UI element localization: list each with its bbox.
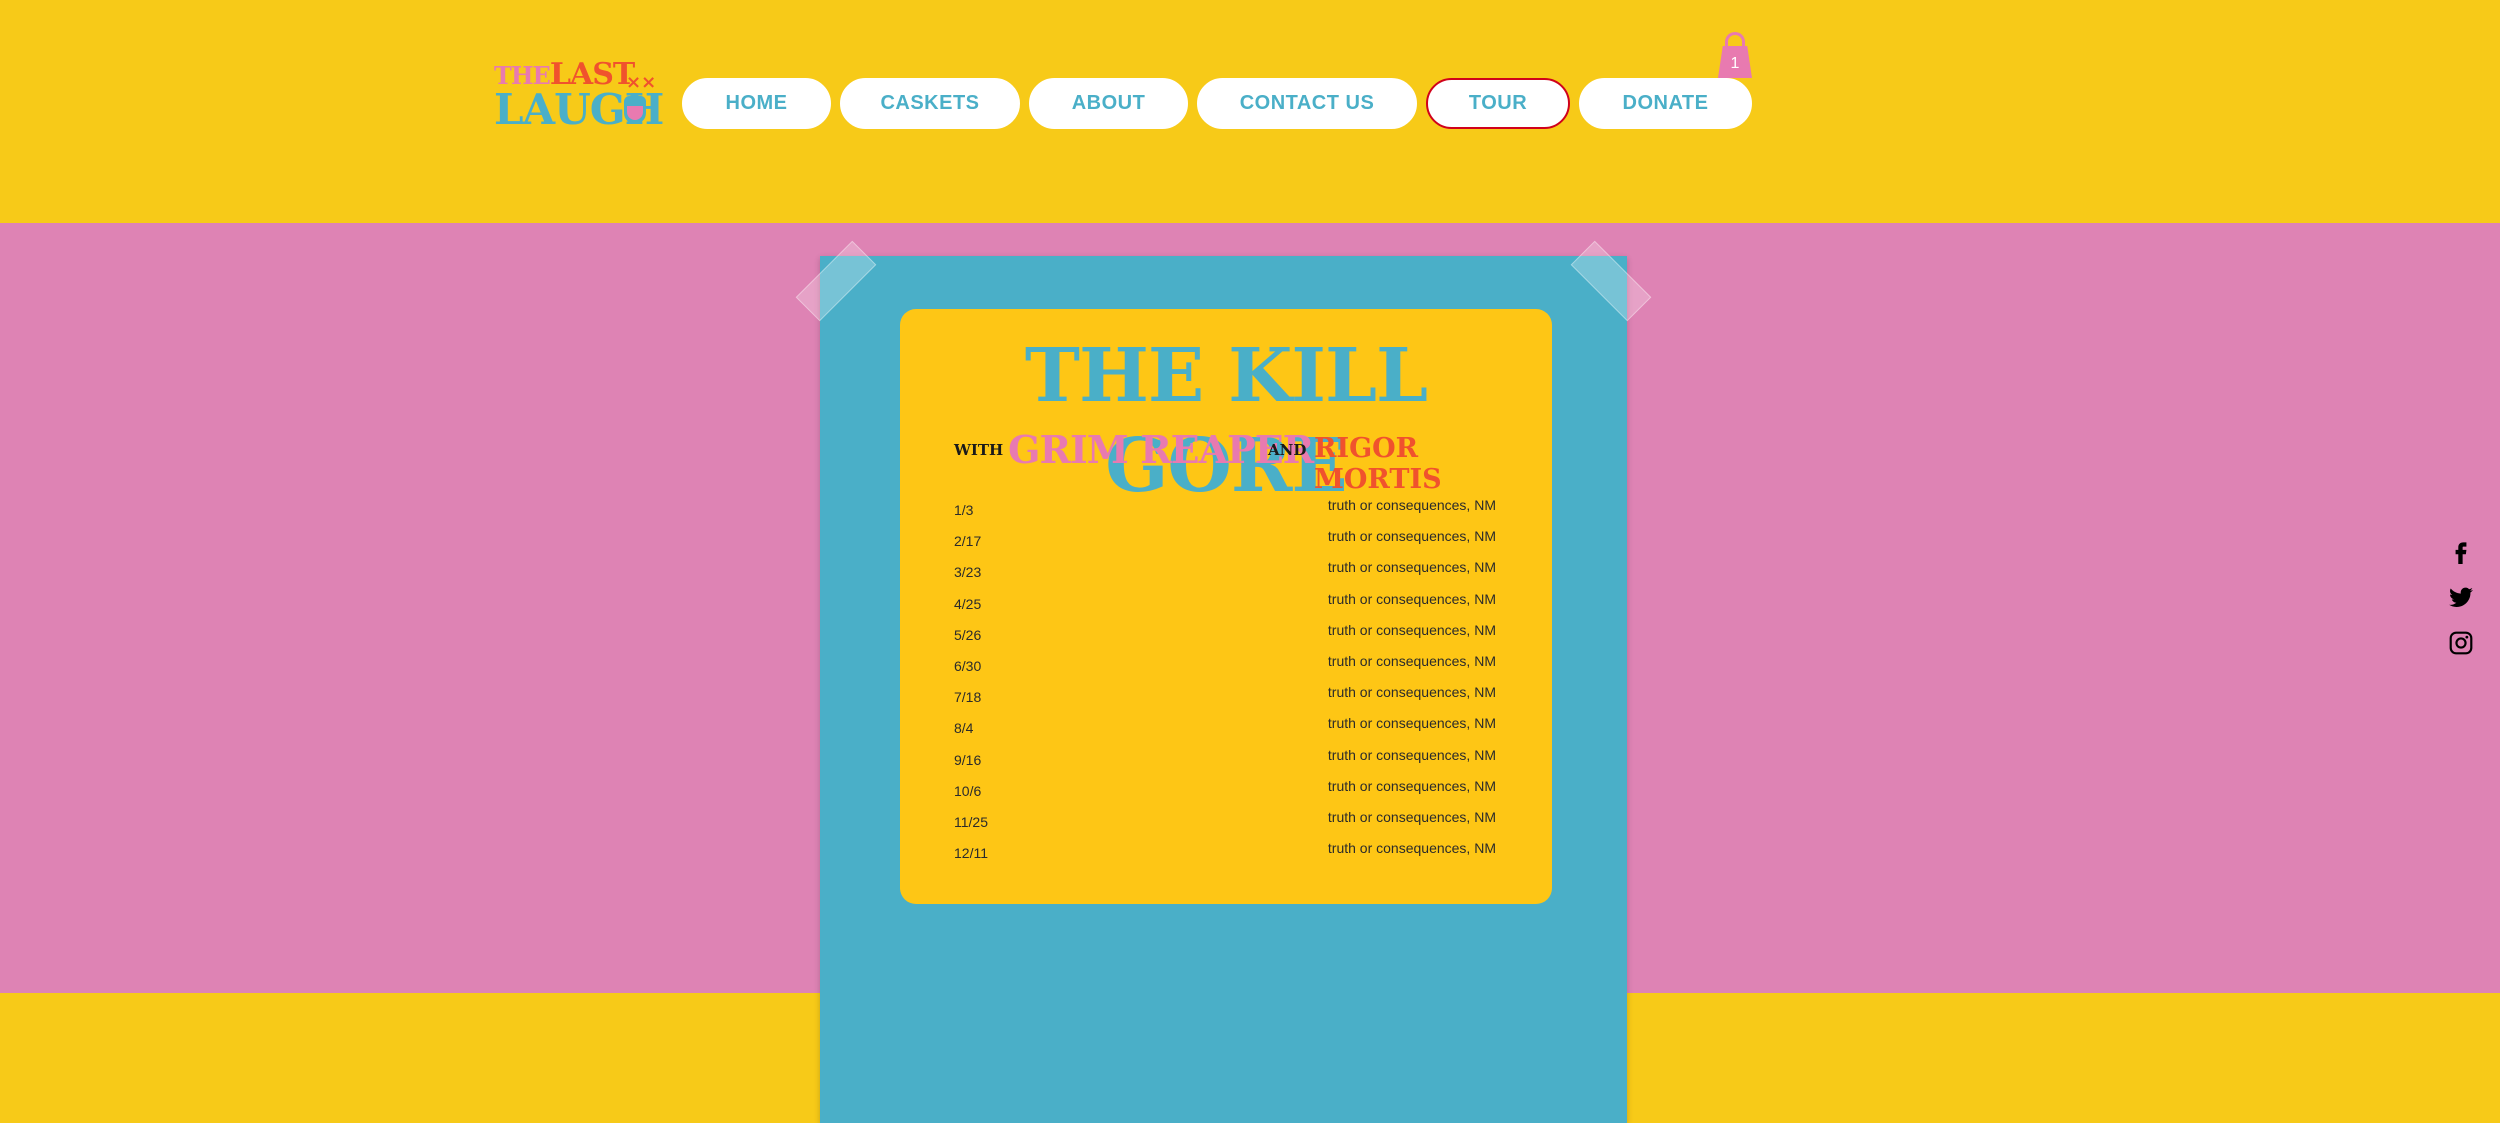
tour-date: 11/25 bbox=[954, 813, 988, 830]
nav-contact-us[interactable]: CONTACT US bbox=[1197, 78, 1417, 129]
instagram-icon[interactable] bbox=[2448, 630, 2474, 656]
tour-card: THE KILL GORE WITH GRIM REAPER AND RIGOR… bbox=[900, 309, 1552, 904]
main-nav: HOME CASKETS ABOUT CONTACT US TOUR DONAT… bbox=[682, 78, 1752, 129]
tour-venue: truth or consequences, NM bbox=[1327, 528, 1496, 545]
tour-venue: truth or consequences, NM bbox=[1327, 497, 1496, 513]
tour-date-row: 2/17 truth or consequences, NM bbox=[954, 526, 1496, 557]
nav-tour[interactable]: TOUR bbox=[1426, 78, 1570, 129]
tour-date: 2/17 bbox=[954, 533, 982, 550]
twitter-icon[interactable] bbox=[2448, 584, 2474, 610]
tour-venue: truth or consequences, NM bbox=[1327, 590, 1496, 607]
tour-date: 4/25 bbox=[954, 595, 982, 612]
social-bar bbox=[2446, 538, 2476, 656]
tour-date-row: 1/3 truth or consequences, NM bbox=[954, 495, 1496, 526]
tour-venue: truth or consequences, NM bbox=[1327, 808, 1496, 825]
tour-date-row: 5/26 truth or consequences, NM bbox=[954, 620, 1496, 651]
tour-date: 12/11 bbox=[954, 845, 988, 862]
facebook-icon[interactable] bbox=[2448, 538, 2474, 564]
tour-venue: truth or consequences, NM bbox=[1327, 652, 1496, 669]
cart-count: 1 bbox=[1718, 46, 1752, 78]
tour-date-row: 7/18 truth or consequences, NM bbox=[954, 682, 1496, 713]
nav-home[interactable]: HOME bbox=[682, 78, 831, 129]
tour-venue: truth or consequences, NM bbox=[1327, 840, 1496, 857]
tour-date: 3/23 bbox=[954, 564, 982, 581]
tour-date-row: 10/6 truth or consequences, NM bbox=[954, 776, 1496, 807]
nav-donate[interactable]: DONATE bbox=[1579, 78, 1752, 129]
tour-date: 8/4 bbox=[954, 720, 974, 737]
opener-rigor-mortis: RIGOR MORTIS bbox=[1314, 433, 1442, 495]
tour-date: 6/30 bbox=[954, 657, 982, 674]
tour-date-row: 9/16 truth or consequences, NM bbox=[954, 745, 1496, 776]
tour-venue: truth or consequences, NM bbox=[1327, 621, 1496, 638]
tour-venue: truth or consequences, NM bbox=[1327, 746, 1496, 763]
and-label: AND bbox=[1268, 441, 1307, 459]
with-label: WITH bbox=[954, 441, 1004, 459]
nav-caskets[interactable]: CASKETS bbox=[840, 78, 1020, 129]
logo-x-eyes: ×× bbox=[626, 72, 657, 93]
tour-date: 1/3 bbox=[954, 502, 974, 518]
tour-venue: truth or consequences, NM bbox=[1327, 559, 1496, 576]
nav-about[interactable]: ABOUT bbox=[1029, 78, 1188, 129]
tour-date-row: 4/25 truth or consequences, NM bbox=[954, 589, 1496, 620]
logo-face-icon bbox=[624, 96, 646, 124]
tour-date: 7/18 bbox=[954, 689, 982, 706]
tour-date: 5/26 bbox=[954, 626, 982, 643]
tour-venue: truth or consequences, NM bbox=[1327, 715, 1496, 732]
tour-date-row: 3/23 truth or consequences, NM bbox=[954, 557, 1496, 588]
tour-venue: truth or consequences, NM bbox=[1327, 777, 1496, 794]
tour-date: 9/16 bbox=[954, 751, 982, 768]
site-logo[interactable]: THELAST LAUGH ×× bbox=[494, 60, 664, 135]
tour-venue: truth or consequences, NM bbox=[1327, 684, 1496, 701]
tour-date: 10/6 bbox=[954, 782, 982, 799]
cart-button[interactable]: 1 bbox=[1716, 30, 1754, 78]
tour-date-row: 6/30 truth or consequences, NM bbox=[954, 651, 1496, 682]
tour-date-row: 12/11 truth or consequences, NM bbox=[954, 838, 1496, 869]
tour-date-row: 11/25 truth or consequences, NM bbox=[954, 807, 1496, 838]
tour-date-row: 8/4 truth or consequences, NM bbox=[954, 713, 1496, 744]
tour-dates-list: 1/3 truth or consequences, NM 2/17 truth o… bbox=[954, 495, 1496, 869]
